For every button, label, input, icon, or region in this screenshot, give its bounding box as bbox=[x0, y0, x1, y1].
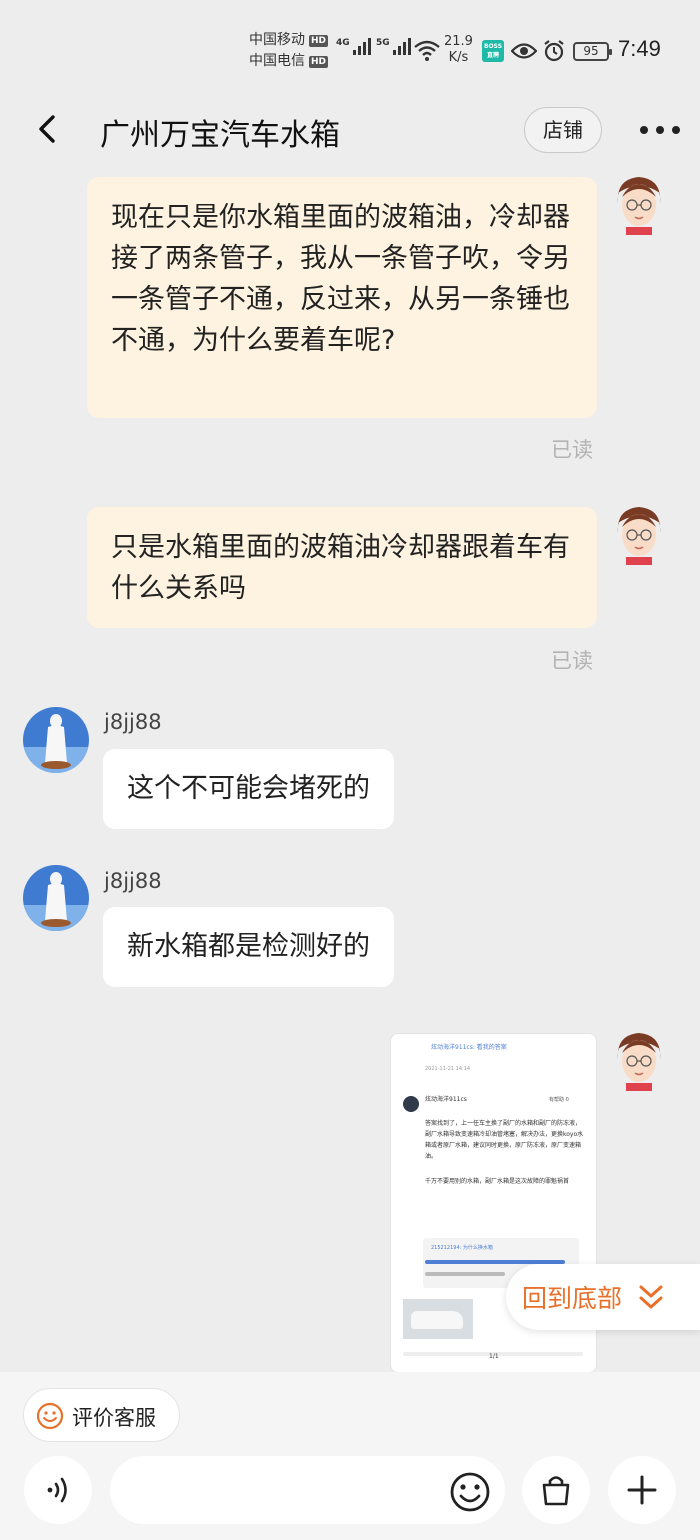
thumb-warning: 千万不要用别的水箱，副厂水箱是这次故障的罪魁祸首 bbox=[425, 1178, 570, 1185]
my-avatar[interactable] bbox=[614, 505, 664, 565]
signal-icon: 5G bbox=[376, 38, 411, 55]
thumb-helpful: 有帮助 0 bbox=[549, 1097, 569, 1103]
clock: 7:49 bbox=[618, 36, 661, 61]
dot-icon bbox=[672, 126, 680, 134]
bottom-input-area: 评价客服 bbox=[0, 1372, 700, 1540]
peer-nickname: j8jj88 bbox=[104, 710, 162, 734]
message-bubble-incoming[interactable]: 新水箱都是检测好的 bbox=[103, 907, 394, 987]
eye-icon bbox=[511, 43, 537, 59]
carrier-info: 中国移动 HD 中国电信 HD bbox=[249, 30, 329, 72]
voice-icon bbox=[47, 1477, 67, 1503]
read-receipt: 已读 bbox=[551, 438, 593, 462]
network-speed: 21.9 K/s bbox=[444, 34, 473, 66]
voice-input-button[interactable] bbox=[24, 1456, 92, 1524]
thumb-answer: 答案找到了，上一任车主换了副厂的水箱和副厂的防冻液，副厂水箱导致变速箱冷却油管堵… bbox=[425, 1120, 584, 1160]
network-type: 5G bbox=[376, 38, 390, 48]
message-bubble-outgoing[interactable]: 现在只是你水箱里面的波箱油，冷却器接了两条管子，我从一条管子吹，令另一条管子不通… bbox=[87, 177, 597, 418]
boss-app-icon: BOSS 直聘 bbox=[482, 40, 504, 62]
shopping-bag-button[interactable] bbox=[522, 1456, 590, 1524]
carrier-1: 中国移动 bbox=[249, 32, 305, 48]
alarm-icon bbox=[544, 40, 564, 62]
thumb-page: 1/1 bbox=[489, 1353, 499, 1360]
peer-avatar[interactable] bbox=[23, 865, 89, 931]
my-avatar[interactable] bbox=[614, 1031, 664, 1091]
thumb-top-line: 炫动海洋911cs: 看我的答案 bbox=[431, 1044, 507, 1051]
message-bubble-outgoing[interactable]: 只是水箱里面的波箱油冷却器跟着车有什么关系吗 bbox=[87, 507, 597, 628]
shop-button[interactable]: 店铺 bbox=[524, 107, 602, 153]
double-chevron-down-icon bbox=[639, 1285, 663, 1309]
rate-service-label: 评价客服 bbox=[72, 1406, 156, 1430]
thumb-username: 炫动海洋911cs bbox=[425, 1096, 467, 1103]
plus-icon bbox=[627, 1475, 657, 1505]
dot-icon bbox=[640, 126, 648, 134]
shopping-bag-icon bbox=[542, 1476, 570, 1506]
chat-header: 广州万宝汽车水箱 店铺 bbox=[0, 100, 700, 160]
thumb-car-image bbox=[403, 1299, 473, 1339]
speed-unit: K/s bbox=[448, 50, 469, 65]
emoji-button[interactable] bbox=[446, 1468, 494, 1516]
chevron-left-icon bbox=[39, 115, 55, 143]
my-avatar[interactable] bbox=[614, 175, 664, 235]
peer-avatar[interactable] bbox=[23, 707, 89, 773]
back-button[interactable] bbox=[30, 112, 66, 148]
smiley-icon bbox=[36, 1402, 64, 1430]
wifi-icon bbox=[414, 40, 440, 61]
hd-badge: HD bbox=[309, 55, 329, 68]
status-bar: 中国移动 HD 中国电信 HD 4G 5G 21.9 K/s BOSS 直聘 95 … bbox=[0, 0, 700, 92]
peer-nickname: j8jj88 bbox=[104, 869, 162, 893]
scroll-to-bottom-label: 回到底部 bbox=[522, 1284, 623, 1313]
battery-indicator: 95 bbox=[573, 42, 612, 61]
speed-value: 21.9 bbox=[444, 34, 473, 49]
more-actions-button[interactable] bbox=[608, 1456, 676, 1524]
thumb-date: 2021-11-21 14:14 bbox=[425, 1066, 471, 1072]
thumb-user-avatar bbox=[403, 1096, 419, 1112]
boss-badge-bottom: 直聘 bbox=[486, 52, 499, 59]
scroll-to-bottom-button[interactable]: 回到底部 bbox=[506, 1264, 700, 1330]
page-title: 广州万宝汽车水箱 bbox=[100, 118, 340, 153]
signal-icon: 4G bbox=[336, 38, 371, 55]
more-options-button[interactable] bbox=[640, 112, 680, 148]
hd-badge: HD bbox=[309, 34, 329, 47]
thumb-quote-user: 2152121​94: 为什么换水箱 bbox=[431, 1245, 493, 1251]
message-bubble-incoming[interactable]: 这个不可能会堵死的 bbox=[103, 749, 394, 829]
carrier-2: 中国电信 bbox=[249, 53, 305, 69]
dot-icon bbox=[656, 126, 664, 134]
read-receipt: 已读 bbox=[551, 649, 593, 673]
boss-badge-top: BOSS bbox=[483, 43, 503, 50]
thumb-text-line bbox=[425, 1272, 505, 1276]
rate-service-button[interactable]: 评价客服 bbox=[23, 1388, 180, 1442]
network-type: 4G bbox=[336, 38, 350, 48]
